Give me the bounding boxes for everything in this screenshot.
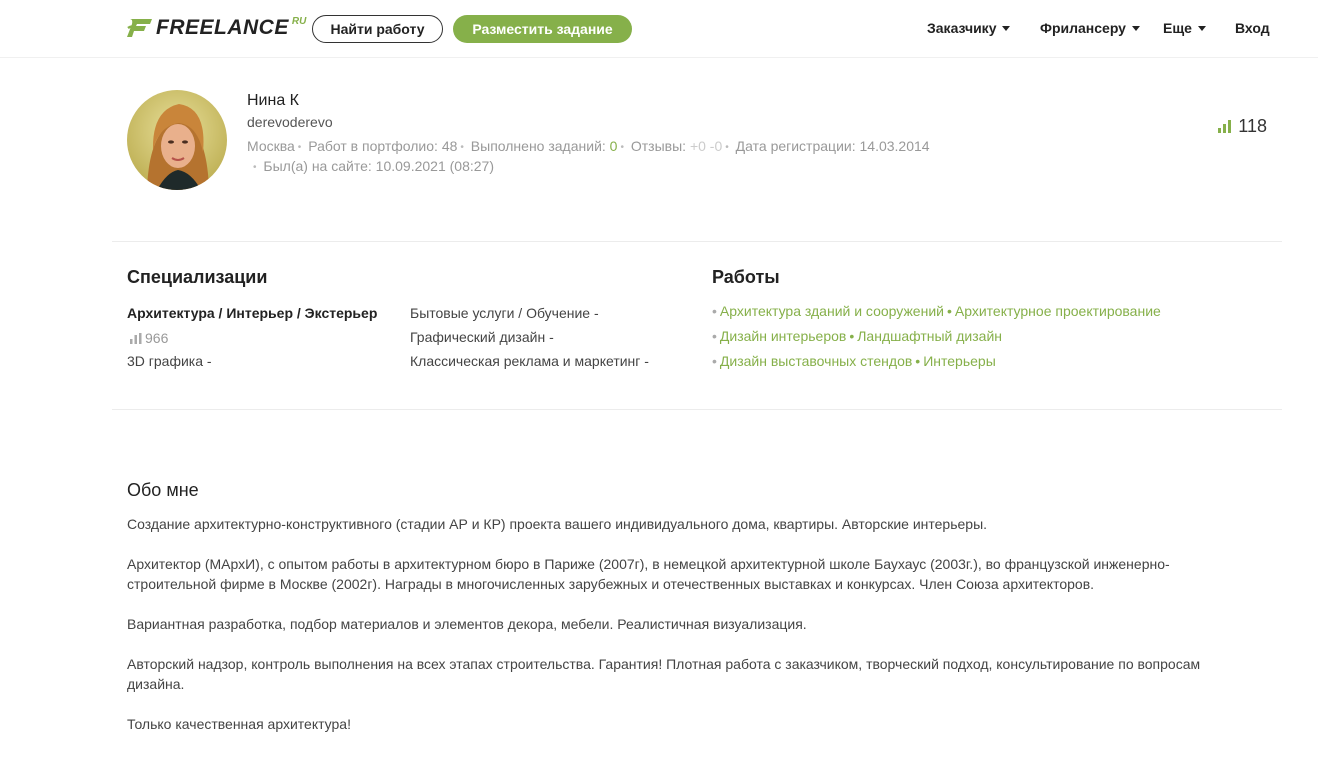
portfolio-count: 48 xyxy=(441,138,458,154)
works-row: • Архитектура зданий и сооружений • Архитек… xyxy=(712,303,1161,319)
reg-label: Дата регистрации: xyxy=(735,138,856,154)
about-paragraph: Архитектор (МАрхИ), с опытом работы в ар… xyxy=(127,556,1170,592)
specializations-title: Специализации xyxy=(127,267,268,287)
reviews-value: +0 -0 xyxy=(689,138,723,154)
post-task-button[interactable]: Разместить задание xyxy=(453,15,632,43)
nav-freelancer-label: Фрилансеру xyxy=(1040,20,1126,36)
rating-value: 118 xyxy=(1238,116,1267,136)
logo-text: FREELANCE xyxy=(156,16,289,39)
done-count: 0 xyxy=(609,138,618,154)
nav-more[interactable]: Еще xyxy=(1163,19,1206,37)
spec-item: Классическая реклама и маркетинг - xyxy=(410,353,649,369)
nav-customer[interactable]: Заказчику xyxy=(927,19,1011,37)
portfolio-label: Работ в портфолио: xyxy=(308,138,438,154)
works-link[interactable]: Дизайн интерьеров xyxy=(720,328,846,344)
rating-bars-icon xyxy=(1218,120,1232,133)
profile-name: Нина К xyxy=(247,92,299,109)
works-row: • Дизайн выставочных стендов • Интерьеры xyxy=(712,353,996,369)
avatar-portrait-image xyxy=(127,90,227,190)
profile-last-seen: Был(а) на сайте: 10.09.2021 (08:27) xyxy=(263,158,494,174)
spec-item: 3D графика - xyxy=(127,353,212,369)
spec-primary-rating-value: 966 xyxy=(145,330,169,346)
works-title: Работы xyxy=(712,267,780,287)
works-link[interactable]: Дизайн выставочных стендов xyxy=(720,353,912,369)
divider xyxy=(112,241,1282,242)
logo-mark-icon xyxy=(127,19,152,37)
done-label: Выполнено заданий: xyxy=(470,138,606,154)
reg-date: 14.03.2014 xyxy=(859,138,930,154)
spec-primary: Архитектура / Интерьер / Экстерьер xyxy=(127,305,378,321)
top-bar: FREELANCE RU Найти работу Разместить зад… xyxy=(0,0,1318,58)
nav-more-label: Еще xyxy=(1163,20,1192,36)
profile-username: derevoderevo xyxy=(247,114,333,130)
profile-last-seen-row: • Был(а) на сайте: 10.09.2021 (08:27) xyxy=(253,158,494,174)
about-paragraph: Только качественная архитектура! xyxy=(127,716,351,732)
works-link[interactable]: Интерьеры xyxy=(923,353,996,369)
about-title: Обо мне xyxy=(127,480,199,500)
works-link[interactable]: Архитектурное проектирование xyxy=(955,303,1161,319)
works-row: • Дизайн интерьеров • Ландшафтный дизайн xyxy=(712,328,1002,344)
rating-bars-icon xyxy=(130,332,142,344)
profile-meta: Москва • Работ в портфолио: 48 • Выполнено… xyxy=(247,138,930,154)
works-link[interactable]: Ландшафтный дизайн xyxy=(857,328,1002,344)
profile-city: Москва xyxy=(247,138,295,154)
reviews-label: Отзывы: xyxy=(630,138,687,154)
chevron-down-icon xyxy=(1131,25,1140,31)
profile-rating: 118 xyxy=(1218,116,1267,137)
nav-freelancer[interactable]: Фрилансеру xyxy=(1040,19,1140,37)
spec-item: Бытовые услуги / Обучение - xyxy=(410,305,599,321)
chevron-down-icon xyxy=(1002,25,1011,31)
about-paragraph: Авторский надзор, контроль выполнения на… xyxy=(127,656,1201,692)
login-link[interactable]: Вход xyxy=(1235,19,1270,37)
avatar xyxy=(127,90,227,190)
nav-customer-label: Заказчику xyxy=(927,20,997,36)
chevron-down-icon xyxy=(1197,25,1206,31)
works-link[interactable]: Архитектура зданий и сооружений xyxy=(720,303,944,319)
divider xyxy=(112,409,1282,410)
about-paragraph: Вариантная разработка, подбор материалов… xyxy=(127,616,807,632)
spec-primary-rating: 966 xyxy=(130,330,168,346)
logo-suffix: RU xyxy=(291,15,307,27)
find-work-button[interactable]: Найти работу xyxy=(312,15,443,43)
about-paragraph: Создание архитектурно-конструктивного (с… xyxy=(127,516,988,532)
spec-item: Графический дизайн - xyxy=(410,329,554,345)
site-logo[interactable]: FREELANCE RU xyxy=(126,14,306,42)
